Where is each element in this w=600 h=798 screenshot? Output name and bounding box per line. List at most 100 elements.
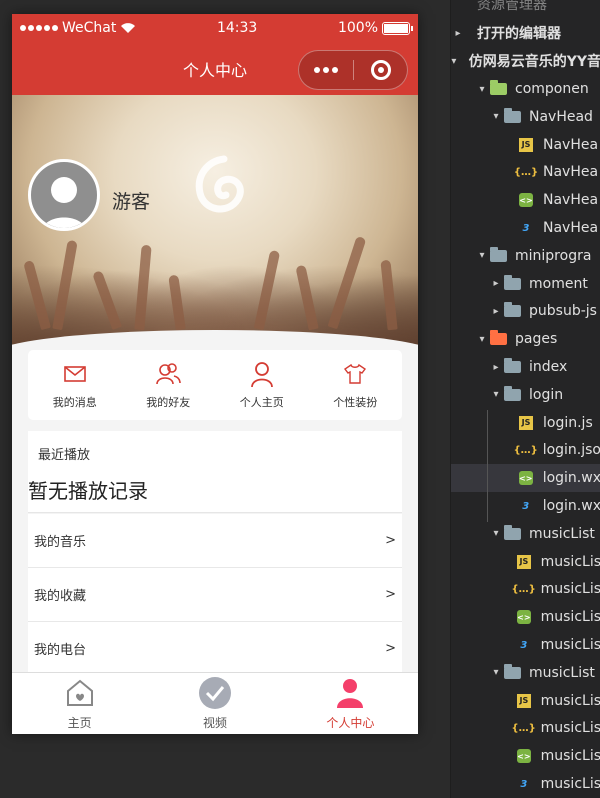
tree-file[interactable]: 3 login.wx [451,492,600,520]
tree-folder[interactable]: ▸ index [451,353,600,381]
avatar[interactable] [28,159,100,231]
tree-folder[interactable]: ▾ musicList [451,659,600,687]
chevron-down-icon: ▾ [479,83,485,95]
tab-label: 视频 [202,716,227,730]
tree-item-label: musicLis [540,637,600,653]
tree-file[interactable]: JS musicLis [451,687,600,715]
shirt-icon [344,363,367,384]
js-file-icon: JS [515,693,532,709]
tree-item-label: miniprogra [515,247,592,264]
tree-item-label: NavHea [543,136,599,153]
tree-file[interactable]: JS musicLis [451,548,600,576]
tree-item-label: musicLis [540,609,600,626]
tree-file[interactable]: 3 NavHea [451,214,600,242]
project-section[interactable]: ▾ 仿网易云音乐的YY音 [451,47,600,75]
nav-item-messages[interactable]: 我的消息 [28,350,122,420]
tree-item-label: moment [529,275,588,292]
username[interactable]: 游客 [112,187,150,214]
netease-music-logo-icon [195,155,244,213]
tree-folder[interactable]: ▾ componen [451,75,600,103]
tree-item-label: musicLis [540,748,600,765]
phone-screen: WeChat 14:33 100% 个人中心 游客 我的消息 我的好友 个人主页… [12,14,418,734]
tree-folder[interactable]: ▸ moment [451,270,600,298]
tree-item-label: login [529,386,564,403]
cover-banner: 游客 [12,95,418,350]
tree-file[interactable]: {…} musicLis [451,714,600,742]
tree-file[interactable]: <> musicLis [451,603,600,631]
crowd-image [12,220,418,331]
card-item-radio[interactable]: 我的电台 > [28,622,402,676]
tree-item-label: NavHead [529,108,593,125]
tab-home[interactable]: 主页 [12,673,147,734]
chevron-right-icon: ▸ [493,361,499,373]
card-item-my-music[interactable]: 我的音乐 > [28,514,402,568]
tree-item-label: musicList [529,664,595,681]
tree-file[interactable]: JS NavHea [451,131,600,159]
tree-file[interactable]: <> login.wx [451,464,600,493]
nav-item-dressup[interactable]: 个性装扮 [309,350,403,420]
tree-folder[interactable]: ▾ NavHead [451,103,600,131]
tree-file[interactable]: {…} musicLis [451,575,600,603]
tree-file[interactable]: <> musicLis [451,742,600,770]
home-icon [66,679,93,706]
tree-folder[interactable]: ▾ pages [451,325,600,353]
friends-icon [156,363,182,385]
more-icon[interactable] [299,67,353,73]
tree-item-label: login.js [543,414,593,431]
json-file-icon: {…} [511,583,536,595]
tree-item-label: index [529,359,568,375]
folder-icon [503,358,521,375]
nav-item-label: 我的消息 [52,396,97,409]
tab-label: 主页 [67,716,92,730]
tree-item-label: login.jso [542,442,600,459]
clock: 14:33 [216,20,258,36]
tree-item-label: NavHea [543,192,599,209]
tree-folder[interactable]: ▸ pubsub-js [451,297,600,325]
tree-folder[interactable]: ▾ login [451,381,600,409]
close-miniprogram-icon[interactable] [354,60,407,80]
recent-play-title: 最近播放 [38,448,91,463]
tree-folder[interactable]: ▾ musicList [451,520,600,548]
nav-item-label: 个人主页 [239,396,284,409]
tree-item-label: musicLis [540,581,600,598]
status-bar: WeChat 14:33 100% [12,14,418,42]
nav-item-homepage[interactable]: 个人主页 [215,350,309,420]
chevron-right-icon: ▸ [493,305,499,317]
recent-play-empty: 暂无播放记录 [28,479,148,503]
tab-profile[interactable]: 个人中心 [283,673,418,734]
js-file-icon: JS [515,554,532,570]
tree-item-label: login.wx [542,470,600,487]
tree-file[interactable]: <> NavHea [451,186,600,214]
tree-file[interactable]: {…} NavHea [451,158,600,186]
tree-file[interactable]: JS login.js [451,409,600,437]
nav-item-friends[interactable]: 我的好友 [122,350,216,420]
tree-item-label: pages [515,331,558,348]
tree-file[interactable]: 3 musicLis [451,631,600,659]
tree-item-label: componen [515,81,589,97]
tree-item-label: musicLis [540,776,600,792]
folder-icon [503,524,521,542]
tree-item-label: musicLis [540,553,600,570]
folder-icon [503,302,521,319]
card-item-label: 我的电台 [34,643,87,658]
css-file-icon: 3 [520,639,528,651]
chevron-down-icon: ▾ [479,333,485,345]
tree-item-label: NavHea [543,164,599,181]
battery-icon [382,21,413,35]
tree-file[interactable]: 3 musicLis [451,770,600,798]
tab-video[interactable]: 视频 [147,673,282,734]
tree-item-label: musicList [529,525,595,542]
tree-item-label: NavHea [543,220,599,236]
battery-percent: 100% [337,20,378,36]
tree-guide-line [487,410,488,522]
tree-item-label: musicLis [540,720,600,737]
card-list: 我的音乐 > 我的收藏 > 我的电台 > [28,514,402,676]
chevron-right-icon: ▸ [493,278,499,290]
explorer-header: 资源管理器 [477,0,547,13]
nav-item-label: 个性装扮 [333,396,378,409]
tree-folder[interactable]: ▾ miniprogra [451,242,600,270]
card-item-favorites[interactable]: 我的收藏 > [28,568,402,622]
tree-file[interactable]: {…} login.jso [451,436,600,464]
open-editors-section[interactable]: ▸ 打开的编辑器 [451,19,600,47]
mail-icon [63,366,86,382]
